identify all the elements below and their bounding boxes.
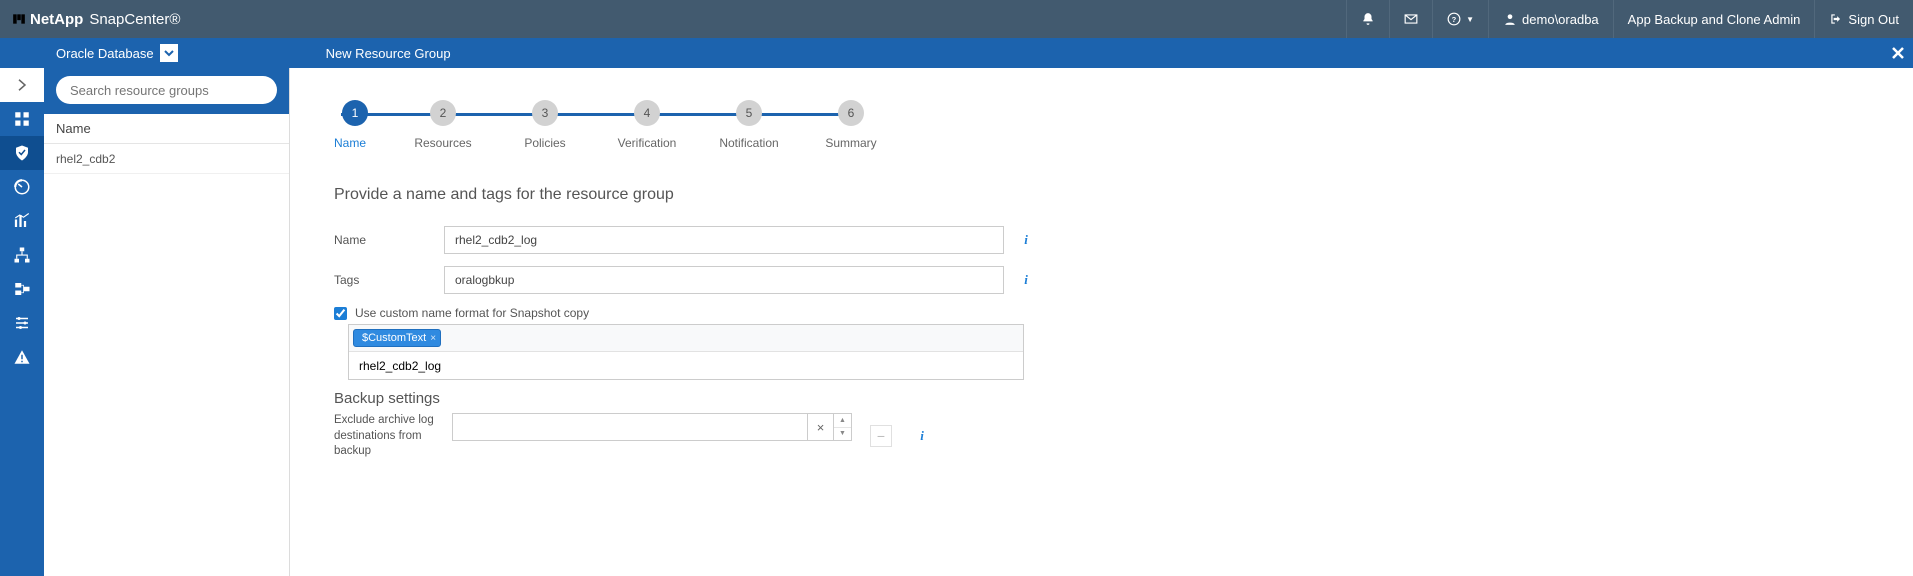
name-label: Name — [334, 233, 444, 247]
shield-icon — [13, 144, 31, 162]
chevron-down-icon — [160, 44, 178, 62]
nav-storage[interactable] — [0, 272, 44, 306]
info-icon[interactable]: i — [1018, 232, 1034, 248]
grid-icon — [13, 110, 31, 128]
step-policies[interactable]: 3 Policies — [494, 100, 596, 150]
nav-alerts[interactable] — [0, 340, 44, 374]
wizard-content: 1 Name 2 Resources 3 Policies 4 Verifica… — [290, 68, 1913, 576]
role-label[interactable]: App Backup and Clone Admin — [1613, 0, 1815, 38]
nav-settings[interactable] — [0, 306, 44, 340]
signout-icon — [1829, 12, 1843, 26]
context-selector[interactable]: Oracle Database — [44, 38, 190, 68]
page-title: New Resource Group — [310, 46, 451, 61]
spinner: ▲ ▼ — [834, 413, 852, 441]
remove-tag-icon[interactable]: × — [430, 333, 436, 344]
name-input[interactable] — [444, 226, 1004, 254]
tags-input[interactable] — [444, 266, 1004, 294]
list-header-name[interactable]: Name — [44, 114, 289, 144]
chevron-right-icon — [13, 76, 31, 94]
exclude-input[interactable] — [452, 413, 808, 441]
custom-name-box: $CustomText × — [348, 324, 1024, 380]
user-menu[interactable]: demo\oradba — [1488, 0, 1613, 38]
help-button[interactable]: ? ▼ — [1432, 0, 1488, 38]
custom-name-label: Use custom name format for Snapshot copy — [355, 306, 589, 320]
gauge-icon — [13, 178, 31, 196]
nav-expand[interactable] — [0, 68, 44, 102]
nav-monitor[interactable] — [0, 170, 44, 204]
side-panel: Name rhel2_cdb2 — [44, 68, 290, 576]
nav-dashboard[interactable] — [0, 102, 44, 136]
info-icon[interactable]: i — [1018, 272, 1034, 288]
spinner-down[interactable]: ▼ — [834, 428, 851, 441]
nav-resources[interactable] — [0, 136, 44, 170]
brand: NetApp SnapCenter® — [0, 11, 192, 28]
messages-button[interactable] — [1389, 0, 1432, 38]
step-notification[interactable]: 5 Notification — [698, 100, 800, 150]
wizard-steps: 1 Name 2 Resources 3 Policies 4 Verifica… — [334, 100, 1869, 150]
nav-reports[interactable] — [0, 204, 44, 238]
form-heading: Provide a name and tags for the resource… — [334, 186, 1869, 204]
list-item[interactable]: rhel2_cdb2 — [44, 144, 289, 174]
notifications-button[interactable] — [1346, 0, 1389, 38]
alert-icon — [13, 348, 31, 366]
close-icon — [1890, 45, 1906, 61]
step-name[interactable]: 1 Name — [334, 100, 392, 150]
spinner-up[interactable]: ▲ — [834, 414, 851, 428]
clear-button[interactable]: × — [808, 413, 834, 441]
tags-label: Tags — [334, 273, 444, 287]
step-summary[interactable]: 6 Summary — [800, 100, 902, 150]
exclude-label: Exclude archive log destinations from ba… — [334, 413, 444, 460]
sign-out-button[interactable]: Sign Out — [1814, 0, 1913, 38]
user-icon — [1503, 12, 1517, 26]
search-input[interactable] — [56, 76, 277, 104]
step-verification[interactable]: 4 Verification — [596, 100, 698, 150]
bell-icon — [1361, 12, 1375, 26]
chart-icon — [13, 212, 31, 230]
info-icon[interactable]: i — [914, 428, 930, 444]
context-label: Oracle Database — [56, 46, 154, 61]
brand-product: SnapCenter® — [89, 11, 180, 28]
brand-company: NetApp — [30, 11, 83, 28]
help-icon: ? — [1447, 12, 1461, 26]
brand-logo: NetApp — [12, 11, 83, 28]
nav-rail — [0, 68, 44, 576]
custom-text-tag[interactable]: $CustomText × — [353, 329, 441, 347]
storage-icon — [13, 280, 31, 298]
custom-name-input[interactable] — [349, 351, 1023, 379]
hierarchy-icon — [13, 246, 31, 264]
backup-settings-heading: Backup settings — [334, 390, 1869, 407]
custom-name-checkbox[interactable] — [334, 307, 347, 320]
mail-icon — [1404, 12, 1418, 26]
step-resources[interactable]: 2 Resources — [392, 100, 494, 150]
svg-text:?: ? — [1452, 15, 1457, 24]
close-button[interactable] — [1883, 38, 1913, 68]
nav-hosts[interactable] — [0, 238, 44, 272]
sliders-icon — [13, 314, 31, 332]
remove-row-button[interactable]: − — [870, 425, 892, 447]
user-label: demo\oradba — [1522, 12, 1599, 27]
